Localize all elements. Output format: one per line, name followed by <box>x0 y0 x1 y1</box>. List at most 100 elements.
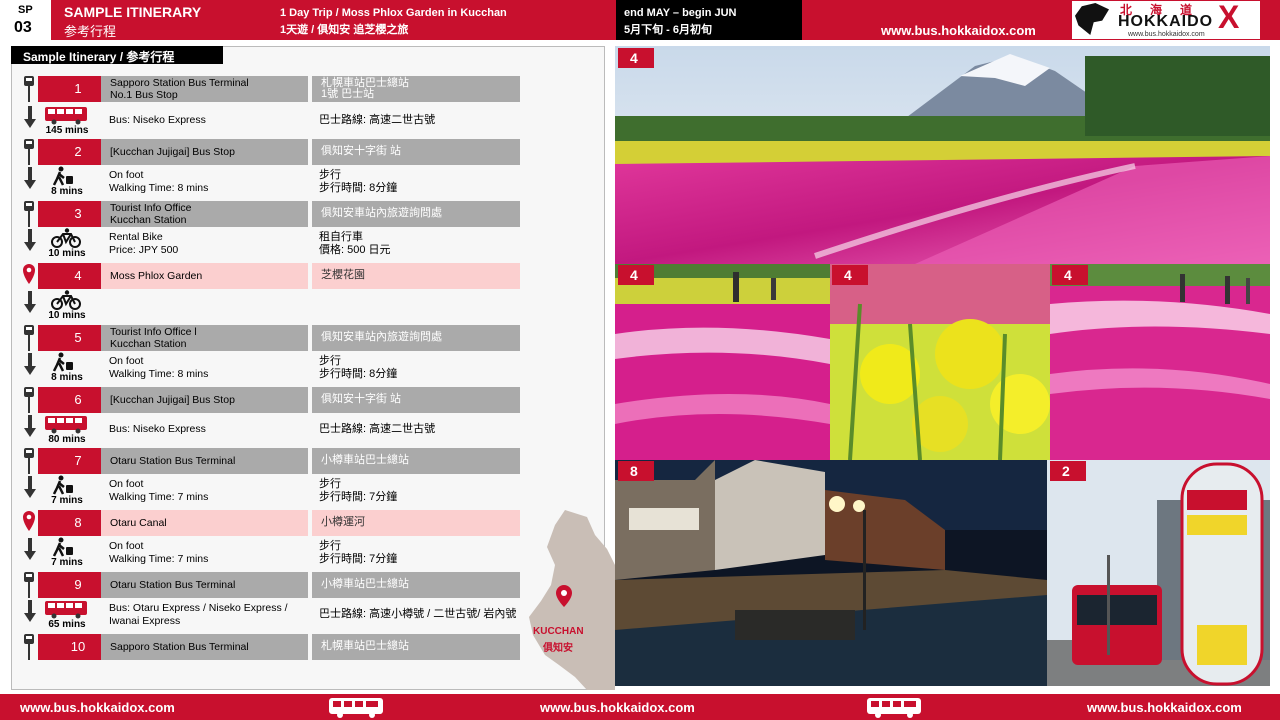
map-land <box>529 510 615 690</box>
photo-otaru-canal <box>615 460 1047 686</box>
itinerary-page: SP 03 SAMPLE ITINERARY 参考行程 1 Day Trip /… <box>0 0 1280 720</box>
transit-desc-en: On foot Walking Time: 7 mins <box>109 540 209 565</box>
sp-badge: SP 03 <box>0 0 54 40</box>
bus-stop-icon <box>24 448 34 474</box>
footer-url-link[interactable]: www.bus.hokkaidox.com <box>540 700 695 715</box>
transit-duration: 8 mins <box>51 372 83 383</box>
transit-desc-en: Bus: Otaru Express / Niseko Express / Iw… <box>109 602 288 627</box>
header-url-link[interactable]: www.bus.hokkaidox.com <box>881 23 1036 38</box>
logo-x: X <box>1218 0 1240 35</box>
season-box: end MAY – begin JUN 5月下旬 - 6月初旬 <box>616 0 802 40</box>
transit-desc-en: On foot Walking Time: 8 mins <box>109 169 209 194</box>
down-arrow-icon <box>24 476 36 498</box>
transit-duration: 7 mins <box>51 495 83 506</box>
transit-desc-zh: 步行 步行時間: 8分鐘 <box>319 169 398 194</box>
down-arrow-icon <box>24 600 36 622</box>
bus-stop-icon <box>24 387 34 413</box>
transit-desc-en: Bus: Niseko Express <box>109 423 206 435</box>
stop-name-en: Otaru Canal <box>101 510 308 536</box>
bus-icon <box>45 416 87 434</box>
stop-name-en: [Kucchan Jujigai] Bus Stop <box>101 387 308 413</box>
season-zh: 5月下旬 - 6月初旬 <box>624 24 713 36</box>
transit-desc-zh: 巴士路線: 高速小樽號 / 二世古號/ 岩內號 <box>319 608 517 620</box>
photo-phlox-hill <box>1050 264 1270 460</box>
stop-name-en: Otaru Station Bus Terminal <box>101 572 308 598</box>
transit-desc-zh: 巴士路線: 高速二世古號 <box>319 423 436 435</box>
bus-icon <box>329 698 383 718</box>
footer-bar: www.bus.hokkaidox.com www.bus.hokkaidox.… <box>0 694 1280 720</box>
transit-desc-zh: 步行 步行時間: 7分鐘 <box>319 540 398 565</box>
transit-desc-zh: 步行 步行時間: 8分鐘 <box>319 355 398 380</box>
photo-tag: 2 <box>1050 461 1086 481</box>
location-pin-icon <box>23 264 35 284</box>
transit-desc-en: On foot Walking Time: 8 mins <box>109 355 209 380</box>
down-arrow-icon <box>24 106 36 128</box>
stop-name-en: Sapporo Station Bus Terminal No.1 Bus St… <box>101 76 308 102</box>
bus-stop-icon <box>24 325 34 351</box>
hokkaidox-logo[interactable]: 北海道 HOKKAIDO X www.bus.hokkaidox.com <box>1072 1 1260 39</box>
footer-url-link[interactable]: www.bus.hokkaidox.com <box>20 700 175 715</box>
stop-name-en: Sapporo Station Bus Terminal <box>101 634 308 660</box>
logo-name: HOKKAIDO <box>1118 13 1214 30</box>
photo-tag: 8 <box>618 461 654 481</box>
stop-name-en: Tourist Info Office Kucchan Station <box>101 201 308 227</box>
bus-stop-icon <box>24 634 34 660</box>
photo-tag: 4 <box>1052 265 1088 285</box>
photo-jujigai-bus-stop <box>1047 460 1270 686</box>
photo-rapeseed-flowers <box>830 264 1050 460</box>
hokkaido-map <box>529 510 615 690</box>
stop-name-zh: 小樽車站巴士總站 <box>312 448 520 474</box>
map-label-zh: 俱知安 <box>543 643 573 654</box>
transit-desc-en: On foot Walking Time: 7 mins <box>109 478 209 503</box>
photo-moss-phlox-mountain <box>615 46 1270 264</box>
title-en: SAMPLE ITINERARY <box>64 4 202 20</box>
transit-duration: 145 mins <box>45 125 89 136</box>
logo-url: www.bus.hokkaidox.com <box>1128 31 1205 38</box>
walking-person-icon <box>52 537 73 557</box>
photo-tag: 4 <box>618 48 654 68</box>
stop-name-zh: 俱知安車站內旅遊詢問處 <box>312 201 520 227</box>
title-zh: 参考行程 <box>64 24 117 39</box>
down-arrow-icon <box>24 167 36 189</box>
transit-desc-zh: 步行 步行時間: 7分鐘 <box>319 478 398 503</box>
transit-duration: 8 mins <box>51 186 83 197</box>
transit-duration: 80 mins <box>48 434 86 445</box>
header-bar: SP 03 SAMPLE ITINERARY 参考行程 1 Day Trip /… <box>0 0 1280 40</box>
hokkaido-island-icon <box>1075 3 1109 35</box>
down-arrow-icon <box>24 353 36 375</box>
transit-desc-en: Bus: Niseko Express <box>109 114 206 126</box>
bus-stop-icon <box>24 201 34 227</box>
season-en: end MAY – begin JUN <box>624 7 737 19</box>
photo-tag: 4 <box>618 265 654 285</box>
stop-name-zh: 小樽運河 <box>312 510 520 536</box>
sp-label: SP <box>18 4 33 16</box>
down-arrow-icon <box>24 291 36 313</box>
photo-phlox-field-people <box>615 264 830 460</box>
stop-name-zh: 札幌車站巴士總站 1號 巴士站 <box>312 76 520 102</box>
walking-person-icon <box>52 475 73 495</box>
location-pin-icon <box>23 511 35 531</box>
down-arrow-icon <box>24 415 36 437</box>
transit-duration: 10 mins <box>48 248 86 259</box>
down-arrow-icon <box>24 538 36 560</box>
stop-name-zh: 俱知安十字街 站 <box>312 387 520 413</box>
bus-icon <box>867 698 921 718</box>
transit-duration: 10 mins <box>48 310 86 321</box>
bus-icon <box>45 601 87 619</box>
bus-stop-icon <box>24 572 34 598</box>
panel-title: Sample Itinerary / 参考行程 <box>11 46 223 64</box>
bus-icon <box>45 107 87 125</box>
walking-person-icon <box>52 352 73 372</box>
stop-name-en: Tourist Info Office l Kucchan Station <box>101 325 308 351</box>
stop-name-zh: 俱知安十字街 站 <box>312 139 520 165</box>
bicycle-icon <box>51 228 81 248</box>
stop-name-zh: 札幌車站巴士總站 <box>312 634 520 660</box>
transit-duration: 65 mins <box>48 619 86 630</box>
stop-name-zh: 俱知安車站內旅遊詢問處 <box>312 325 520 351</box>
footer-url-link[interactable]: www.bus.hokkaidox.com <box>1087 700 1242 715</box>
transit-duration: 7 mins <box>51 557 83 568</box>
transit-desc-zh: 巴士路線: 高速二世古號 <box>319 114 436 126</box>
bus-stop-icon <box>24 139 34 165</box>
transit-desc-zh: 租自行車 價格: 500 日元 <box>319 231 391 256</box>
map-label-en: KUCCHAN <box>533 626 584 637</box>
